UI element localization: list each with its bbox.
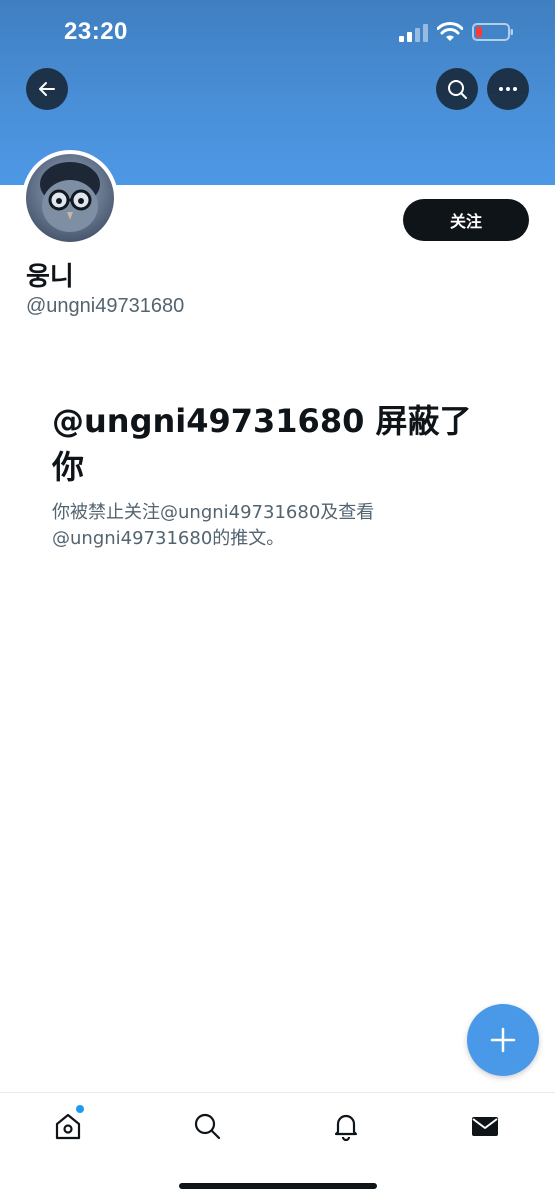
status-bar: 23:20 — [0, 0, 555, 64]
home-notification-dot — [76, 1105, 84, 1113]
battery-low-icon — [472, 23, 513, 41]
home-icon — [55, 1113, 81, 1140]
more-button[interactable] — [487, 68, 529, 110]
arrow-left-icon — [39, 82, 55, 96]
plus-icon — [490, 1027, 516, 1053]
wifi-icon — [437, 22, 463, 41]
follow-button[interactable]: 关注 — [403, 199, 529, 241]
back-button[interactable] — [26, 68, 68, 110]
blocked-description: 你被禁止关注@ungni49731680及查看@ungni49731680的推文… — [52, 502, 375, 549]
bell-icon — [334, 1114, 358, 1141]
search-icon — [448, 80, 467, 99]
home-indicator — [179, 1183, 377, 1189]
mail-icon — [472, 1117, 498, 1136]
cellular-signal-icon — [399, 24, 428, 42]
tab-notifications[interactable] — [329, 1109, 363, 1143]
status-time: 23:20 — [64, 18, 128, 45]
search-button[interactable] — [436, 68, 478, 110]
more-dots-icon — [499, 87, 517, 91]
tab-search[interactable] — [190, 1109, 224, 1143]
display-name: 웅니 — [26, 262, 74, 292]
blocked-title: @ungni49731680 屏蔽了你 — [52, 402, 472, 486]
profile-handle: @ungni49731680 — [26, 295, 185, 317]
avatar-image — [26, 154, 114, 242]
search-icon — [194, 1113, 221, 1140]
avatar[interactable] — [22, 150, 118, 246]
compose-tweet-button[interactable] — [467, 1004, 539, 1076]
tab-home[interactable] — [51, 1109, 85, 1143]
tab-messages[interactable] — [468, 1109, 502, 1143]
